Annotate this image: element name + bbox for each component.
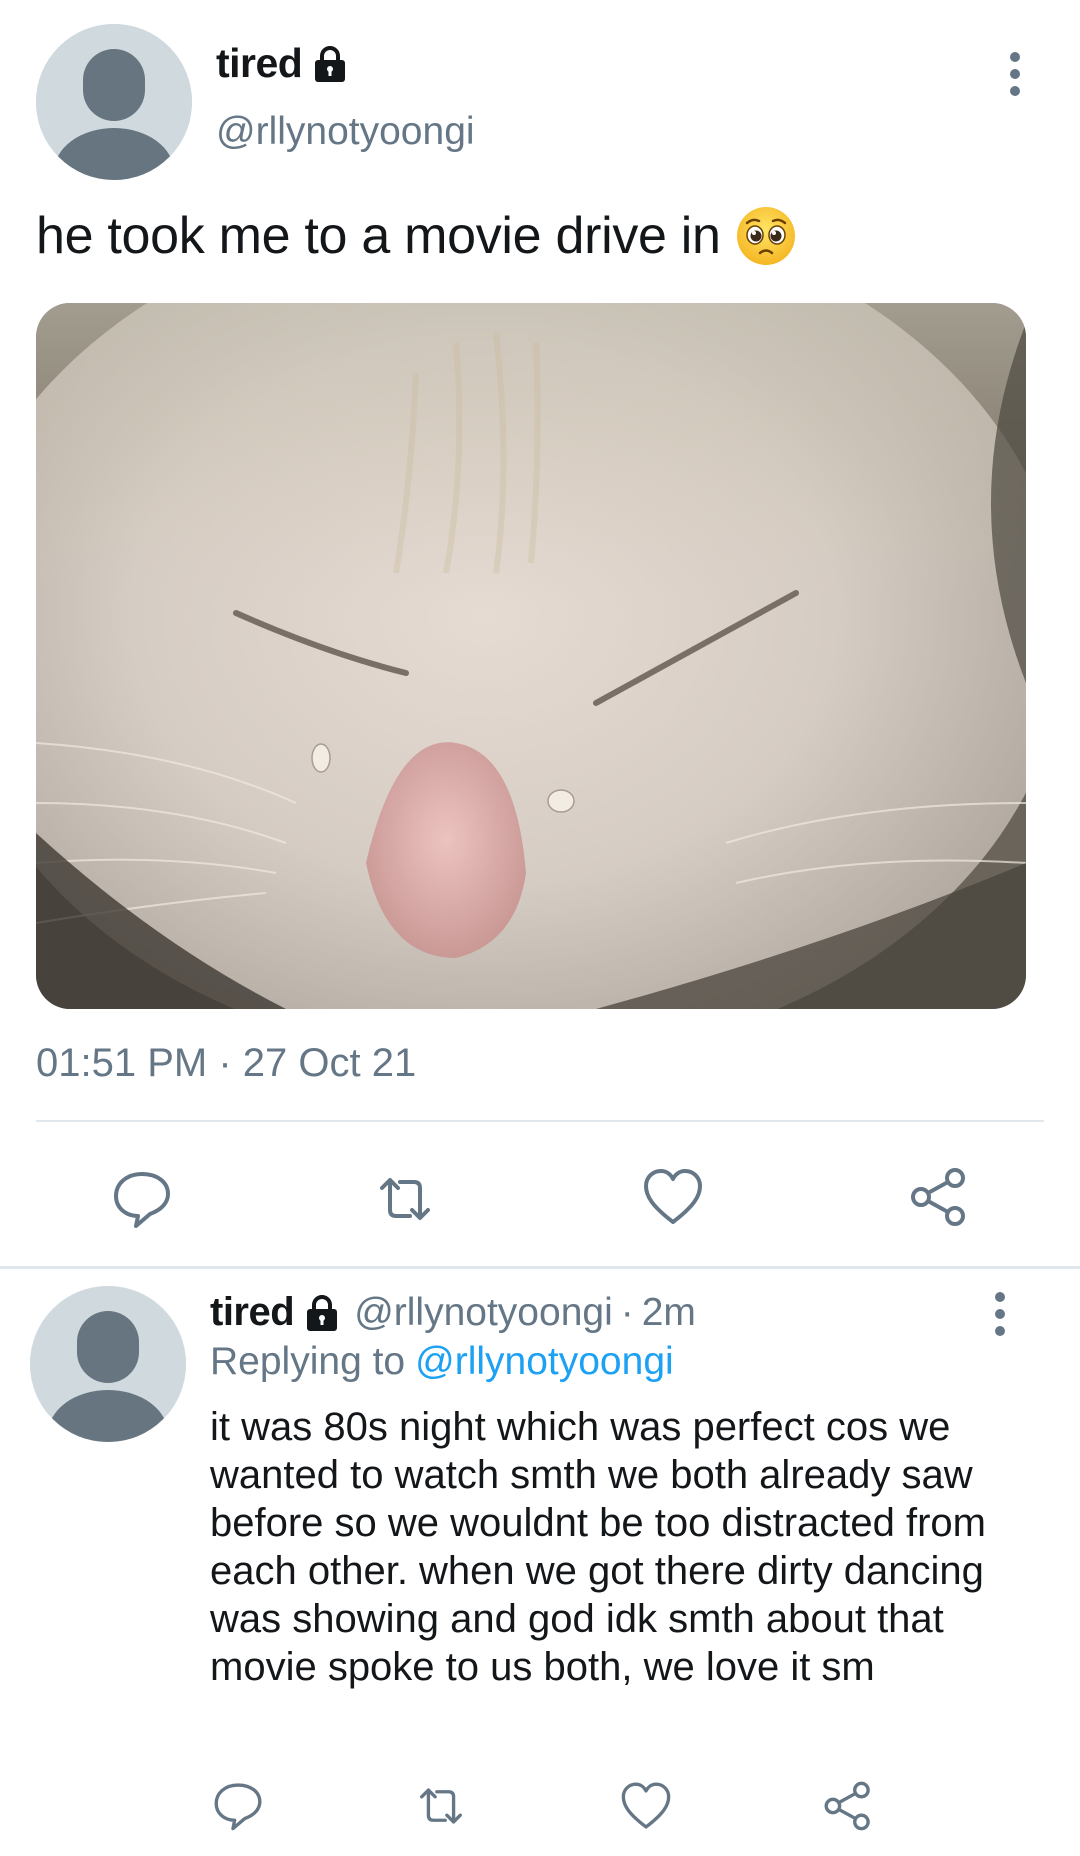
tweet-media-image[interactable] bbox=[36, 303, 1026, 1009]
like-icon[interactable] bbox=[642, 1166, 704, 1228]
avatar[interactable] bbox=[30, 1286, 186, 1442]
share-icon[interactable] bbox=[822, 1780, 874, 1832]
divider bbox=[36, 1120, 1044, 1122]
tweet-text-content: he took me to a movie drive in bbox=[36, 207, 721, 265]
reply-icon[interactable] bbox=[111, 1168, 173, 1230]
reply-text: it was 80s night which was perfect cos w… bbox=[210, 1405, 986, 1689]
reply-icon[interactable] bbox=[212, 1780, 264, 1832]
tweet-text: he took me to a movie drive in bbox=[36, 205, 797, 267]
default-avatar-icon bbox=[36, 24, 192, 180]
retweet-icon[interactable] bbox=[415, 1780, 467, 1832]
lock-icon bbox=[310, 44, 350, 84]
replying-to-link[interactable]: @rllynotyoongi bbox=[415, 1340, 674, 1383]
default-avatar-icon bbox=[30, 1286, 186, 1442]
replying-to: Replying to @rllynotyoongi bbox=[210, 1340, 674, 1384]
share-icon[interactable] bbox=[908, 1166, 970, 1228]
main-tweet: tired @rllynotyoongi he took me to a mov… bbox=[0, 0, 1080, 1268]
more-options-icon[interactable] bbox=[1000, 50, 1030, 100]
display-name[interactable]: tired bbox=[210, 1290, 295, 1335]
retweet-icon[interactable] bbox=[374, 1168, 436, 1230]
separator-dot: · bbox=[620, 1290, 634, 1334]
handle[interactable]: @rllynotyoongi bbox=[216, 110, 475, 154]
crying-cat-photo bbox=[36, 303, 1026, 1009]
like-icon[interactable] bbox=[620, 1780, 672, 1832]
lock-icon bbox=[302, 1293, 342, 1333]
author-name-row: tired bbox=[216, 40, 350, 87]
pleading-face-icon bbox=[735, 205, 797, 267]
display-name[interactable]: tired bbox=[216, 40, 303, 87]
reply-header: tired @rllynotyoongi · 2m bbox=[210, 1290, 696, 1335]
avatar[interactable] bbox=[36, 24, 192, 180]
more-options-icon[interactable] bbox=[985, 1290, 1015, 1340]
tweet-timestamp: 01:51 PM · 27 Oct 21 bbox=[36, 1041, 417, 1085]
tweet-separator bbox=[0, 1266, 1080, 1269]
reply-time[interactable]: 2m bbox=[642, 1291, 696, 1335]
handle[interactable]: @rllynotyoongi bbox=[354, 1291, 613, 1335]
replying-to-label: Replying to bbox=[210, 1340, 406, 1383]
